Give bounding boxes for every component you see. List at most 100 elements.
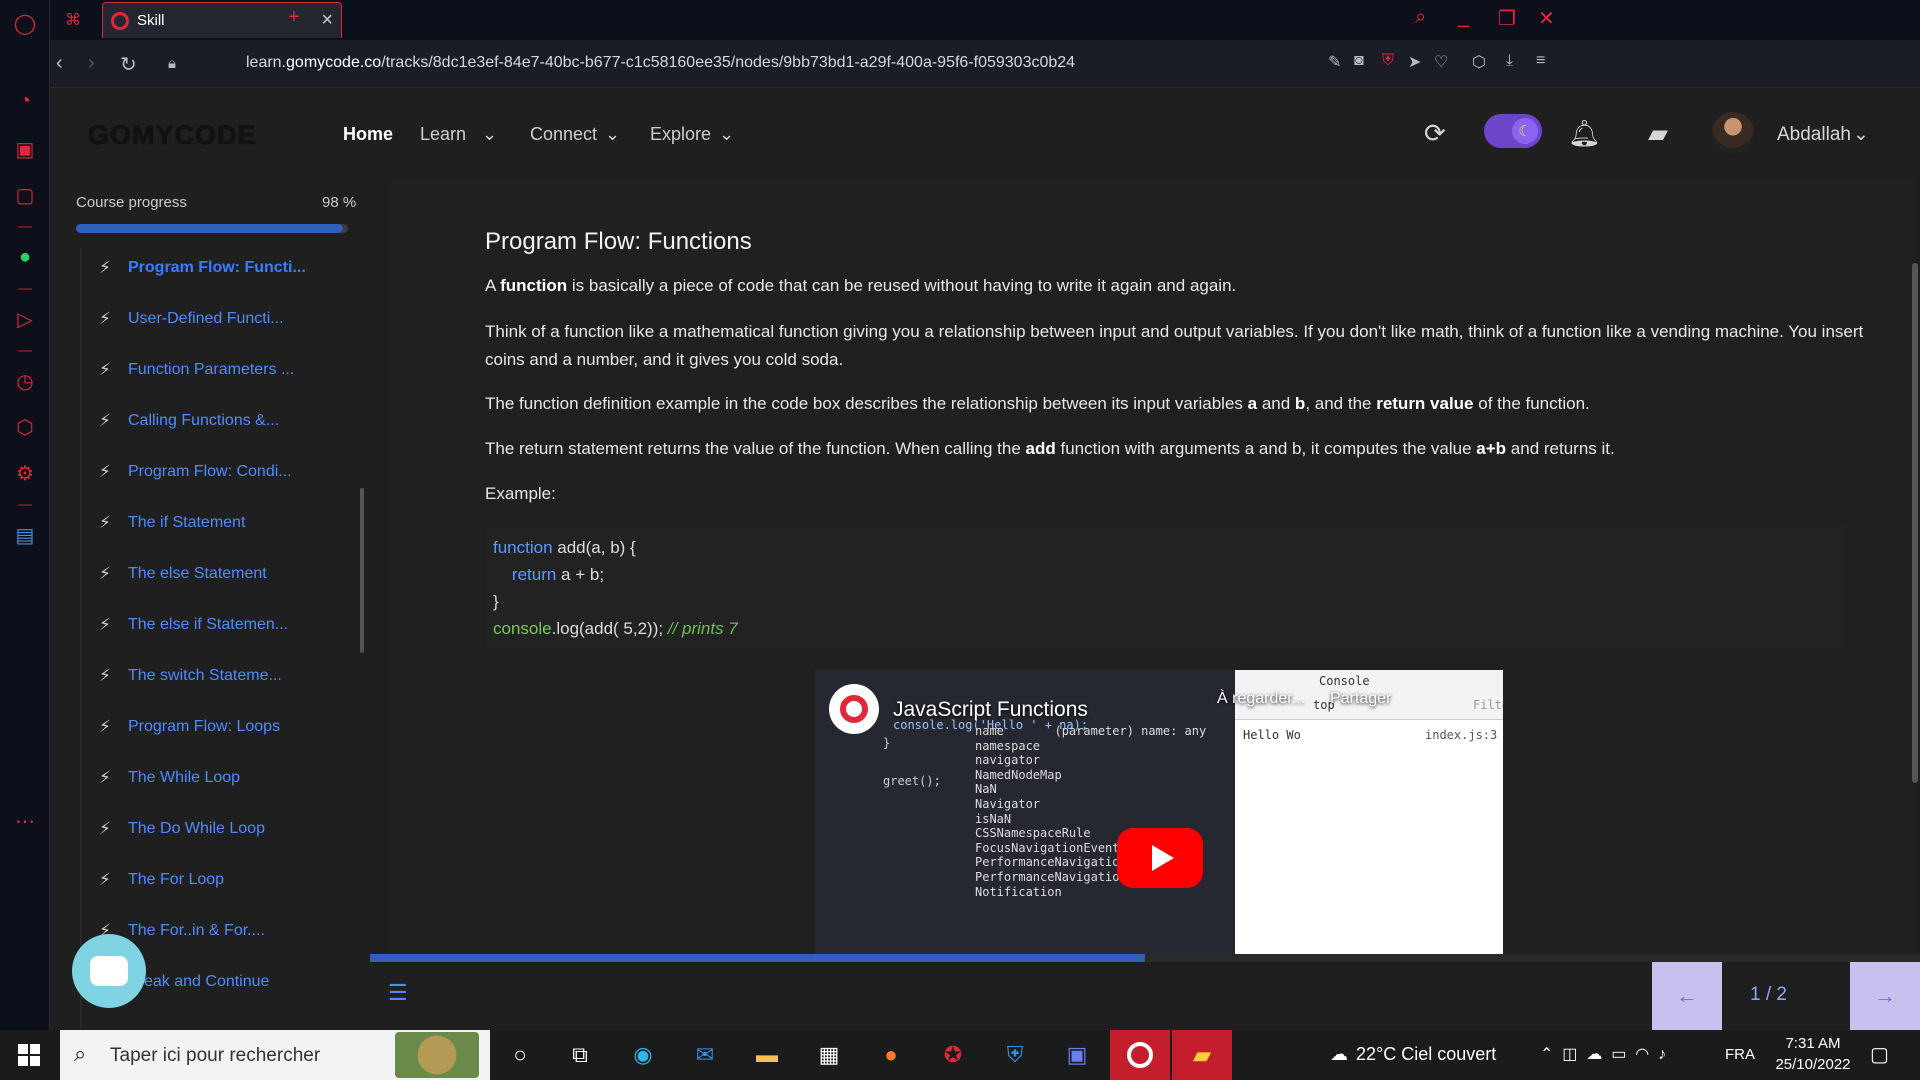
video-embed[interactable]: console.log('Hello ' + na); } greet(); n… <box>815 670 1503 956</box>
clock-time[interactable]: 7:31 AM <box>1778 1035 1848 1052</box>
lesson-item[interactable]: ⚡︎ User-Defined Functi... <box>82 299 342 339</box>
adblock-shield-icon[interactable]: ⛨ <box>1382 52 1394 70</box>
forward-icon[interactable]: › <box>88 52 95 75</box>
start-button[interactable] <box>18 1044 40 1066</box>
code-line-3: } <box>493 592 499 611</box>
play-button[interactable] <box>1117 828 1203 888</box>
taskbar-files[interactable]: ▰ <box>1172 1030 1232 1080</box>
code-line-4: console.log(add( 5,2)); // prints 7 <box>493 619 738 638</box>
speed-dial-icon[interactable]: ◔ <box>10 86 40 116</box>
edge-icon[interactable]: ◉ <box>628 1041 658 1069</box>
send-icon[interactable]: ➤ <box>1408 52 1421 72</box>
dark-mode-toggle[interactable]: ☾ <box>1484 114 1542 148</box>
autocomplete-item: Notification <box>975 884 1062 899</box>
whatsapp-icon[interactable]: ● <box>10 242 40 272</box>
lesson-item[interactable]: ⚡︎ Program Flow: Condi... <box>82 452 342 492</box>
gaming-app-icon[interactable]: ✪ <box>938 1041 968 1069</box>
camera-icon[interactable]: ◙ <box>1354 52 1364 70</box>
next-button[interactable]: → <box>1850 962 1920 1030</box>
lesson-item[interactable]: ⚡︎ The else Statement <box>82 554 342 594</box>
gomycode-logo[interactable]: GOMYCODE <box>88 120 257 151</box>
workspace-icon[interactable]: ⌘ <box>58 5 88 35</box>
close-tab-icon[interactable]: × <box>321 9 333 32</box>
lesson-item[interactable]: ⚡︎ Program Flow: Functi... <box>82 248 342 288</box>
nav-explore[interactable]: Explore ⌄ <box>650 124 734 145</box>
extensions-cube-icon[interactable]: ⬡ <box>10 412 40 442</box>
video-title[interactable]: JavaScript Functions <box>893 698 1088 722</box>
translate-icon[interactable]: ▤ <box>10 520 40 550</box>
lesson-item[interactable]: ⚡︎ The For Loop <box>82 860 342 900</box>
file-explorer-icon[interactable]: ▬ <box>752 1041 782 1069</box>
lesson-label: User-Defined Functi... <box>128 310 284 327</box>
watch-later-button[interactable]: À regarder... <box>1217 690 1305 708</box>
nav-home[interactable]: Home <box>343 124 393 145</box>
lesson-item[interactable]: ⚡︎ The Do While Loop <box>82 809 342 849</box>
lesson-list-scrollbar[interactable] <box>360 488 364 653</box>
twitch-icon[interactable]: ▢ <box>10 180 40 210</box>
volume-icon: ♪ <box>1658 1046 1667 1063</box>
previous-button[interactable]: ← <box>1652 962 1722 1030</box>
opera-logo-icon[interactable]: ◯ <box>10 8 40 38</box>
url-field[interactable]: learn.gomycode.co/tracks/8dc1e3ef-84e7-4… <box>246 54 1075 72</box>
heart-icon[interactable]: ♡ <box>1434 52 1448 72</box>
taskbar-opera[interactable] <box>1110 1030 1170 1080</box>
lesson-item[interactable]: ⚡︎ Function Parameters ... <box>82 350 342 390</box>
new-tab-icon[interactable]: + <box>288 6 300 29</box>
nav-learn[interactable]: Learn ⌄ <box>420 124 497 145</box>
shopping-icon[interactable]: ▣ <box>10 134 40 164</box>
back-icon[interactable]: ‹ <box>56 52 63 75</box>
restore-icon[interactable]: ❐ <box>1498 6 1516 31</box>
settings-gear-icon[interactable]: ⚙ <box>10 458 40 488</box>
lesson-item[interactable]: ⚡︎ The While Loop <box>82 758 342 798</box>
close-window-icon[interactable]: ✕ <box>1538 6 1555 31</box>
history-icon[interactable]: ◷ <box>10 366 40 396</box>
refresh-icon[interactable]: ⟳ <box>1424 118 1446 149</box>
easy-setup-icon[interactable]: ≡ <box>1536 52 1545 70</box>
snapshot-icon[interactable]: ✎ <box>1328 52 1341 72</box>
language-indicator[interactable]: FRA <box>1725 1046 1755 1063</box>
app-icon[interactable]: ▣ <box>1062 1041 1092 1069</box>
chat-support-button[interactable] <box>72 934 146 1008</box>
minimize-icon[interactable]: _ <box>1458 6 1469 29</box>
action-center-icon[interactable]: ▢ <box>1870 1042 1889 1067</box>
security-shield-icon[interactable]: ⛨ <box>1000 1041 1030 1069</box>
player-icon[interactable]: ▷ <box>10 304 40 334</box>
weather-widget[interactable]: ☁ 22°C Ciel couvert <box>1330 1044 1496 1065</box>
search-tabs-icon[interactable]: ⌕ <box>1415 6 1426 29</box>
lightning-icon: ⚡︎ <box>99 258 111 277</box>
taskbar-search[interactable]: ⌕ Taper ici pour rechercher <box>60 1030 490 1080</box>
firefox-icon[interactable]: ● <box>876 1041 906 1069</box>
search-placeholder: Taper ici pour rechercher <box>110 1045 321 1066</box>
system-tray[interactable]: ⌃ ◫ ☁ ▭ ◠ ♪ <box>1540 1044 1666 1064</box>
lesson-item[interactable]: ⚡︎ The else if Statemen... <box>82 605 342 645</box>
share-button[interactable]: Partager <box>1330 690 1391 708</box>
lesson-list-toggle-icon[interactable]: ☰ <box>388 980 408 1006</box>
tab-skill[interactable]: Skill × <box>102 2 342 38</box>
content-scrollbar[interactable] <box>1912 263 1918 783</box>
lesson-item[interactable]: ⚡︎ The switch Stateme... <box>82 656 342 696</box>
clock-date[interactable]: 25/10/2022 <box>1768 1056 1858 1073</box>
extensions-icon[interactable]: ⬡ <box>1472 52 1486 72</box>
task-view-icon[interactable]: ⧉ <box>565 1041 595 1069</box>
autocomplete-item: NaN <box>975 782 997 797</box>
avatar[interactable] <box>1712 112 1754 154</box>
slide-progress-fill <box>370 954 1145 962</box>
mail-icon[interactable]: ✉ <box>690 1041 720 1069</box>
more-dots-icon[interactable]: ⋯ <box>10 806 40 836</box>
lesson-item[interactable]: ⚡︎ Calling Functions &... <box>82 401 342 441</box>
download-icon[interactable]: ⤓ <box>1506 52 1513 70</box>
lesson-item[interactable]: ⚡︎ The if Statement <box>82 503 342 543</box>
lesson-label: The While Loop <box>128 769 241 786</box>
store-icon[interactable]: ▦ <box>814 1041 844 1069</box>
notification-bell-icon[interactable]: 🔔︎ <box>1568 118 1601 149</box>
cortana-icon[interactable]: ○ <box>505 1041 535 1069</box>
nav-connect[interactable]: Connect ⌄ <box>530 124 620 145</box>
channel-logo[interactable] <box>829 684 879 734</box>
code-line-2: return a + b; <box>511 565 605 584</box>
arrow-left-icon: ← <box>1676 983 1698 1008</box>
messages-icon[interactable]: ▰ <box>1648 118 1668 149</box>
reload-icon[interactable]: ↻ <box>120 52 137 77</box>
console-source: index.js:3 <box>1425 728 1498 742</box>
user-menu[interactable]: Abdallah ⌄ <box>1777 123 1869 146</box>
lesson-item[interactable]: ⚡︎ Program Flow: Loops <box>82 707 342 747</box>
